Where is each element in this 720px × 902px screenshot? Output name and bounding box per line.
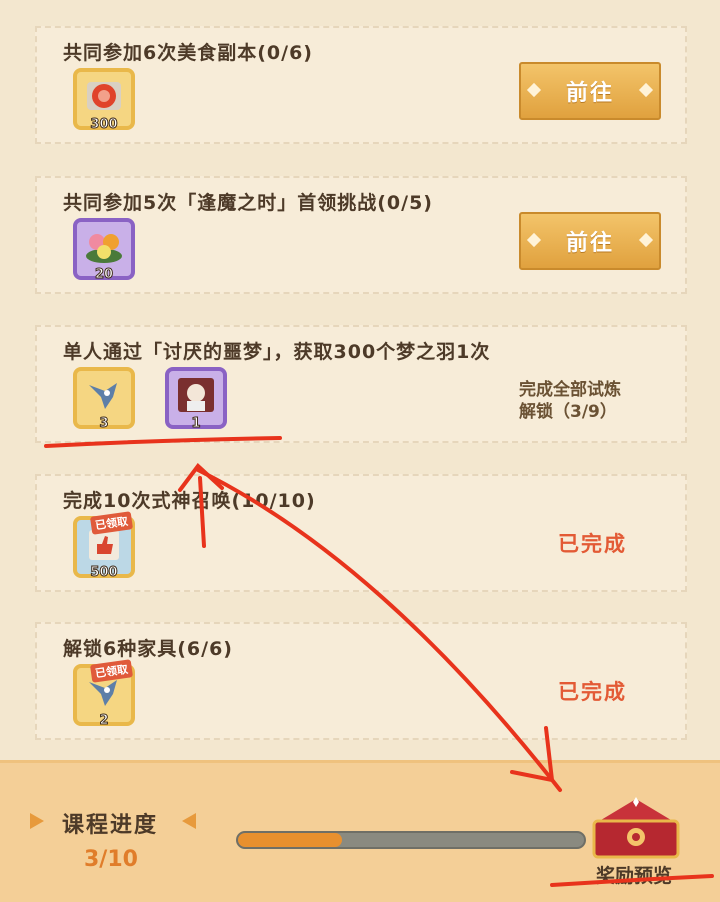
- progress-count: 3/10: [84, 847, 138, 872]
- task-title: 共同参加5次「逢魔之时」首领挑战(0/5): [63, 192, 433, 214]
- ticket-icon: [87, 82, 121, 110]
- reward-item[interactable]: 3: [73, 367, 135, 432]
- completed-status: 已完成: [558, 532, 627, 556]
- progress-label: 课程进度: [62, 813, 159, 838]
- arrow-right-icon: [182, 813, 196, 829]
- portrait-card-icon: [178, 378, 214, 412]
- reward-qty: 3: [99, 416, 109, 432]
- unlock-requirement: 完成全部试炼 解锁（3/9）: [519, 379, 621, 423]
- task-title: 解锁6种家具(6/6): [63, 638, 233, 660]
- unlock-progress: 解锁（3/9）: [519, 402, 617, 422]
- task-card: 单人通过「讨厌的噩梦」，获取300个梦之羽1次 3 1 完成全部试炼 解锁（3/…: [35, 325, 687, 443]
- reward-item[interactable]: 1: [165, 367, 227, 432]
- task-list: 共同参加6次美食副本(0/6) 300 前往 共同参加5次「逢魔之时」首领挑战(…: [0, 0, 720, 760]
- reward-qty: 500: [90, 565, 118, 581]
- reward-item[interactable]: 20: [73, 218, 135, 283]
- progress-footer: 课程进度 3/10 奖励预览: [0, 760, 720, 902]
- go-button[interactable]: 前往: [519, 62, 661, 120]
- task-title: 共同参加6次美食副本(0/6): [63, 42, 313, 64]
- task-title: 完成10次式神召唤(10/10): [63, 490, 316, 512]
- reward-item: 已领取 2: [73, 659, 135, 729]
- reward-item[interactable]: 300: [73, 68, 135, 133]
- completed-status: 已完成: [558, 680, 627, 704]
- reward-qty: 1: [191, 416, 201, 432]
- unlock-line: 完成全部试炼: [519, 380, 621, 400]
- reward-qty: 300: [90, 117, 118, 133]
- progress-bar: [236, 831, 586, 849]
- reward-qty: 20: [94, 267, 114, 283]
- reward-qty: 2: [99, 713, 109, 729]
- task-card: 完成10次式神召唤(10/10) 已领取 500 已完成: [35, 474, 687, 592]
- claimed-tag: 已领取: [89, 511, 134, 535]
- task-card: 共同参加6次美食副本(0/6) 300 前往: [35, 26, 687, 144]
- reward-chest-icon[interactable]: [588, 793, 684, 863]
- reward-preview-button[interactable]: 奖励预览: [596, 861, 672, 888]
- food-platter-icon: [86, 234, 122, 263]
- task-title: 单人通过「讨厌的噩梦」，获取300个梦之羽1次: [63, 341, 491, 363]
- claimed-tag: 已领取: [89, 659, 134, 683]
- progress-bar-fill: [238, 833, 342, 847]
- go-button[interactable]: 前往: [519, 212, 661, 270]
- task-card: 解锁6种家具(6/6) 已领取 2 已完成: [35, 622, 687, 740]
- reward-item: 已领取 500: [73, 511, 135, 581]
- bird-icon: [89, 383, 117, 409]
- task-card: 共同参加5次「逢魔之时」首领挑战(0/5) 20 前往: [35, 176, 687, 294]
- arrow-left-icon: [30, 813, 44, 829]
